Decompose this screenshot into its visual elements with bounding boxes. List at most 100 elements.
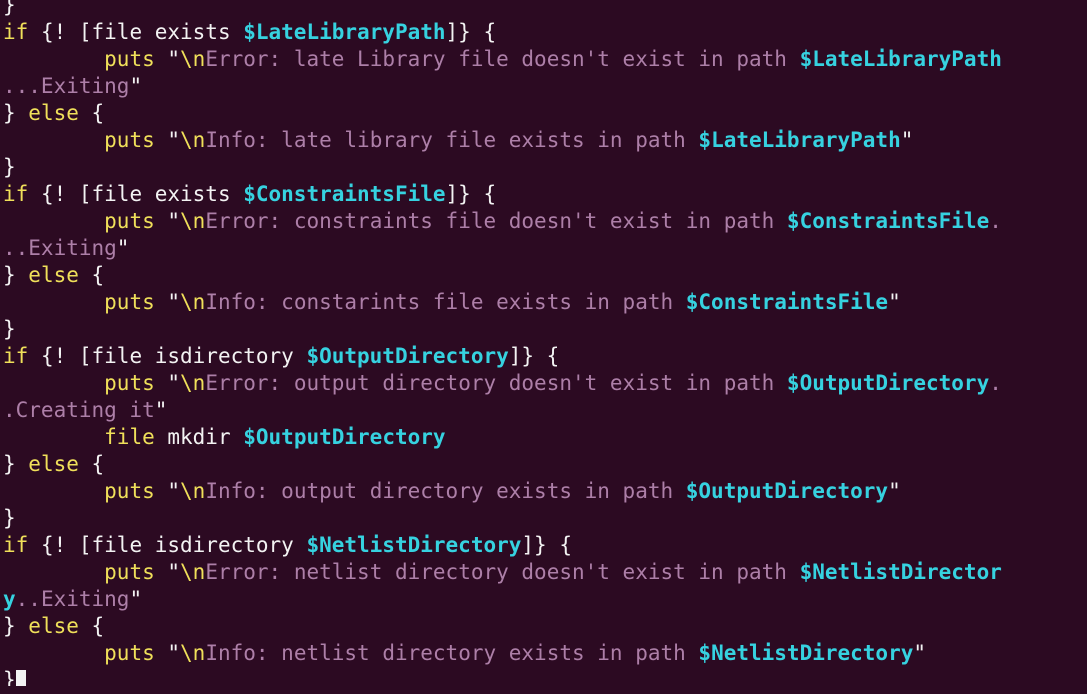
code-line: puts "\nInfo: output directory exists in… <box>3 478 1087 505</box>
plain-token: {! [file exists <box>28 182 244 206</box>
keyword-token: if <box>3 344 29 368</box>
code-line: puts "\nInfo: late library file exists i… <box>3 127 1087 154</box>
plain-token: " <box>154 47 181 71</box>
variable-token: $LateLibraryPath <box>698 128 901 152</box>
keyword-token: puts <box>104 560 155 584</box>
keyword-token: puts <box>104 128 155 152</box>
string-token: ..Exiting <box>15 587 130 611</box>
code-line: } else { <box>3 100 1087 127</box>
string-token: Error: late Library file doesn't exist i… <box>205 47 800 71</box>
variable-token: $NetlistDirectory <box>698 641 914 665</box>
plain-token: " <box>154 641 181 665</box>
plain-token: " <box>129 74 143 98</box>
plain-token: { <box>78 614 105 638</box>
plain-token: } <box>3 668 16 686</box>
plain-token: ]} { <box>521 533 572 557</box>
keyword-token: if <box>3 533 29 557</box>
code-line: puts "\nError: late Library file doesn't… <box>3 46 1087 73</box>
escape-token: \n <box>180 128 206 152</box>
plain-token: ]} { <box>445 20 497 44</box>
plain-token: } <box>3 614 29 638</box>
keyword-token: else <box>28 614 79 638</box>
escape-token: \n <box>180 641 206 665</box>
code-line: } <box>3 154 1087 181</box>
code-line: } <box>3 0 1087 19</box>
code-line: file mkdir $OutputDirectory <box>3 424 1087 451</box>
code-line: puts "\nError: netlist directory doesn't… <box>3 559 1087 586</box>
plain-token: " <box>154 479 181 503</box>
code-line: } else { <box>3 451 1087 478</box>
plain-token: ]} { <box>508 344 560 368</box>
escape-token: \n <box>180 209 206 233</box>
variable-token: $OutputDirectory <box>685 479 889 503</box>
plain-token: } <box>3 101 29 125</box>
code-line: } <box>3 505 1087 532</box>
plain-token: } <box>3 263 29 287</box>
plain-token: { <box>78 263 105 287</box>
keyword-token: puts <box>104 371 155 395</box>
code-line: if {! [file exists $LateLibraryPath]} { <box>3 19 1087 46</box>
escape-token: \n <box>180 47 206 71</box>
string-token: Info: constarints file exists in path <box>205 290 686 314</box>
plain-token: " <box>913 641 927 665</box>
keyword-token: if <box>3 182 29 206</box>
plain-token: " <box>888 479 901 503</box>
string-token: Info: netlist directory exists in path <box>205 641 699 665</box>
plain-token: { <box>78 452 105 476</box>
escape-token: \n <box>180 371 206 395</box>
plain-token: {! [file isdirectory <box>28 533 307 557</box>
variable-token: $OutputDirectory <box>306 344 509 368</box>
text-cursor <box>15 670 26 686</box>
plain-token: " <box>154 128 181 152</box>
plain-token: } <box>3 317 16 341</box>
plain-token: " <box>154 371 181 395</box>
code-line: if {! [file exists $ConstraintsFile]} { <box>3 181 1087 208</box>
code-line: puts "\nError: constraints file doesn't … <box>3 208 1087 235</box>
keyword-token: puts <box>104 641 155 665</box>
plain-token: {! [file isdirectory <box>28 344 307 368</box>
plain-token: } <box>3 0 16 17</box>
variable-token: $LateLibraryPath <box>799 47 1002 71</box>
code-line: ...Exiting" <box>3 73 1087 100</box>
plain-token: mkdir <box>154 425 244 449</box>
plain-token: " <box>154 560 181 584</box>
keyword-token: puts <box>104 209 155 233</box>
code-line: } <box>3 667 1087 686</box>
string-token: . <box>989 371 1002 395</box>
code-line: ..Exiting" <box>3 235 1087 262</box>
code-line: } <box>3 316 1087 343</box>
escape-token: \n <box>180 560 206 584</box>
string-token: ..Exiting <box>3 236 117 260</box>
plain-token: " <box>888 290 901 314</box>
terminal-window[interactable]: } if {! [file exists $LateLibraryPath]} {… <box>0 0 1087 686</box>
plain-token: " <box>154 290 181 314</box>
keyword-token: else <box>28 101 79 125</box>
variable-token: $OutputDirectory <box>243 425 446 449</box>
variable-token: $ConstraintsFile <box>685 290 889 314</box>
code-line: } else { <box>3 613 1087 640</box>
string-token: . <box>989 209 1002 233</box>
keyword-token: puts <box>104 290 155 314</box>
plain-token: } <box>3 155 16 179</box>
plain-token: " <box>129 587 143 611</box>
string-token: .Creating it <box>3 398 155 422</box>
code-line: } else { <box>3 262 1087 289</box>
keyword-token: file <box>104 425 155 449</box>
variable-token: y <box>3 587 16 611</box>
string-token: Error: output directory doesn't exist in… <box>205 371 787 395</box>
plain-token: } <box>3 452 29 476</box>
code-line: if {! [file isdirectory $OutputDirectory… <box>3 343 1087 370</box>
variable-token: $NetlistDirectory <box>306 533 522 557</box>
variable-token: $NetlistDirector <box>799 560 1002 584</box>
escape-token: \n <box>180 290 206 314</box>
plain-token: " <box>900 128 914 152</box>
code-line: puts "\nError: output directory doesn't … <box>3 370 1087 397</box>
